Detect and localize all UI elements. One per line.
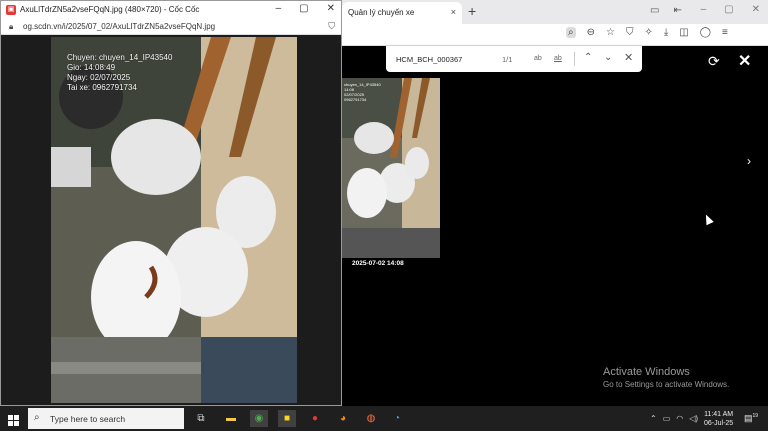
coccoc-favicon-icon: ▣ bbox=[6, 5, 16, 15]
lock-icon[interactable]: 🔒︎ bbox=[9, 22, 13, 32]
thumbnail-overlay-text: chuyen_14_IP43540 14:08 02/07/2025 09627… bbox=[344, 82, 381, 102]
clock-date: 06-Jul-25 bbox=[704, 420, 734, 427]
find-divider bbox=[574, 52, 575, 66]
tab-title: Quản lý chuyến xe bbox=[348, 8, 415, 17]
minimize-button[interactable]: – bbox=[701, 4, 707, 15]
popup-minimize-button[interactable]: – bbox=[276, 3, 282, 14]
viewer-image[interactable]: chuyen_14_IP43540 14:08 02/07/2025 09627… bbox=[342, 78, 440, 258]
photo-time: Gio: 14:08:49 bbox=[67, 63, 116, 72]
photo-driver: Tai xe: 0962791734 bbox=[67, 83, 137, 92]
notification-count: 19 bbox=[752, 413, 759, 419]
bookmark-star-icon[interactable]: ☆ bbox=[606, 27, 615, 38]
tab-close-icon[interactable]: × bbox=[451, 7, 456, 17]
popup-close-button[interactable]: ✕ bbox=[327, 3, 335, 14]
app-orange-icon[interactable]: ◍ bbox=[362, 410, 380, 427]
zoom-icon[interactable]: ⊖ bbox=[587, 27, 595, 38]
photo-overlay-text: Chuyen: chuyen_14_IP43540 Gio: 14:08:49 … bbox=[67, 53, 172, 93]
extensions-icon[interactable]: ✧ bbox=[644, 27, 652, 38]
edge-icon[interactable]: ◔ bbox=[388, 410, 406, 427]
popup-title: AxuLlTdrZN5a2vseFQqN.jpg (480×720) - Cốc… bbox=[20, 5, 200, 14]
taskbar: ⌕ Type here to search ⧉ ▬ ◉ ■ ● ◕ ◍ ◔ ⌃ … bbox=[0, 406, 768, 431]
find-input[interactable]: HCM_BCH_000367 bbox=[396, 55, 462, 64]
viewer-close-button[interactable]: ✕ bbox=[738, 51, 751, 71]
find-in-page-icon[interactable]: ⌕ bbox=[566, 27, 576, 38]
popup-window-controls: – ▢ ✕ bbox=[276, 3, 335, 14]
activate-windows-title: Activate Windows bbox=[603, 366, 690, 378]
taskbar-clock[interactable]: 11:41 AM 06-Jul-25 bbox=[704, 410, 733, 428]
rotate-button[interactable]: ⟳ bbox=[708, 53, 720, 70]
profile-icon[interactable]: ◯ bbox=[700, 27, 711, 38]
split-view-icon[interactable]: ◫ bbox=[679, 27, 688, 38]
bags-photo-thumbnail bbox=[342, 78, 440, 258]
search-icon: ⌕ bbox=[34, 412, 40, 423]
thumb-driver: 0962791734 bbox=[344, 97, 367, 102]
tab-bar-icons: ▭ ⇤ bbox=[650, 5, 682, 16]
taskbar-search-box[interactable]: ⌕ Type here to search bbox=[28, 408, 184, 429]
tab-quan-ly-chuyen-xe[interactable]: Quản lý chuyến xe × bbox=[342, 2, 462, 24]
network-icon[interactable]: ▭ bbox=[663, 414, 671, 423]
image-popup-window: ▣ AxuLlTdrZN5a2vseFQqN.jpg (480×720) - C… bbox=[0, 0, 342, 406]
photo-date: Ngay: 02/07/2025 bbox=[67, 73, 131, 82]
shield-icon[interactable]: ⛉ bbox=[328, 21, 335, 32]
clock-time: 11:41 AM bbox=[704, 411, 734, 418]
app-badge-icon[interactable]: ● bbox=[306, 410, 324, 427]
close-icon[interactable]: ✕ bbox=[624, 51, 633, 64]
mouse-cursor-icon bbox=[702, 212, 714, 226]
menu-icon[interactable]: ≡ bbox=[722, 27, 728, 38]
shield-icon[interactable]: ⛉ bbox=[626, 27, 634, 38]
volume-icon[interactable]: ◁) bbox=[689, 414, 698, 423]
sidebar-icon[interactable]: ⇤ bbox=[673, 5, 681, 16]
download-icon[interactable]: ⤓ bbox=[664, 27, 668, 38]
maximize-button[interactable]: ▢ bbox=[724, 4, 733, 15]
sticky-notes-icon[interactable]: ■ bbox=[278, 410, 296, 427]
wifi-icon[interactable]: ◠ bbox=[676, 414, 683, 423]
screenshot-icon[interactable]: ▭ bbox=[650, 5, 659, 16]
close-window-button[interactable]: ✕ bbox=[752, 4, 760, 15]
firefox-icon[interactable]: ◕ bbox=[334, 410, 352, 427]
activate-windows-subtitle: Go to Settings to activate Windows. bbox=[603, 380, 730, 389]
browser-window-controls: – ▢ ✕ bbox=[701, 4, 760, 15]
coccoc-taskbar-icon[interactable]: ◉ bbox=[250, 410, 268, 427]
next-image-button[interactable]: › bbox=[747, 154, 751, 168]
search-placeholder: Type here to search bbox=[50, 414, 126, 424]
file-explorer-icon[interactable]: ▬ bbox=[222, 410, 240, 427]
system-tray: ⌃ ▭ ◠ ◁) bbox=[650, 414, 698, 423]
popup-photo: Chuyen: chuyen_14_IP43540 Gio: 14:08:49 … bbox=[51, 37, 297, 403]
popup-address-bar: 🔒︎ og.scdn.vn/i/2025/07_02/AxuLlTdrZN5a2… bbox=[1, 19, 341, 35]
notification-icon[interactable]: ▤19 bbox=[744, 413, 758, 424]
match-case-button[interactable]: ab bbox=[534, 55, 542, 62]
photo-trip-id: Chuyen: chuyen_14_IP43540 bbox=[67, 53, 173, 62]
find-bar: HCM_BCH_000367 1/1 ab ab ⌃ ⌄ ✕ bbox=[386, 46, 642, 72]
popup-titlebar: ▣ AxuLlTdrZN5a2vseFQqN.jpg (480×720) - C… bbox=[1, 1, 341, 19]
chevron-down-icon[interactable]: ⌄ bbox=[604, 52, 612, 63]
chevron-up-icon[interactable]: ⌃ bbox=[650, 414, 657, 423]
windows-start-icon[interactable] bbox=[8, 413, 19, 431]
find-match-count: 1/1 bbox=[502, 55, 513, 64]
popup-url[interactable]: og.scdn.vn/i/2025/07_02/AxuLlTdrZN5a2vse… bbox=[23, 22, 215, 31]
popup-maximize-button[interactable]: ▢ bbox=[299, 3, 308, 14]
new-tab-button[interactable]: + bbox=[468, 3, 476, 19]
toolbar-icons: ⌕ ⊖ ☆ ⛉ ✧ ⤓ ◫ ◯ ≡ bbox=[566, 27, 728, 38]
task-view-icon[interactable]: ⧉ bbox=[192, 410, 210, 427]
thumbnail-caption: 2025-07-02 14:08 bbox=[352, 260, 404, 267]
whole-word-button[interactable]: ab bbox=[554, 55, 562, 62]
chevron-up-icon[interactable]: ⌃ bbox=[584, 52, 592, 63]
